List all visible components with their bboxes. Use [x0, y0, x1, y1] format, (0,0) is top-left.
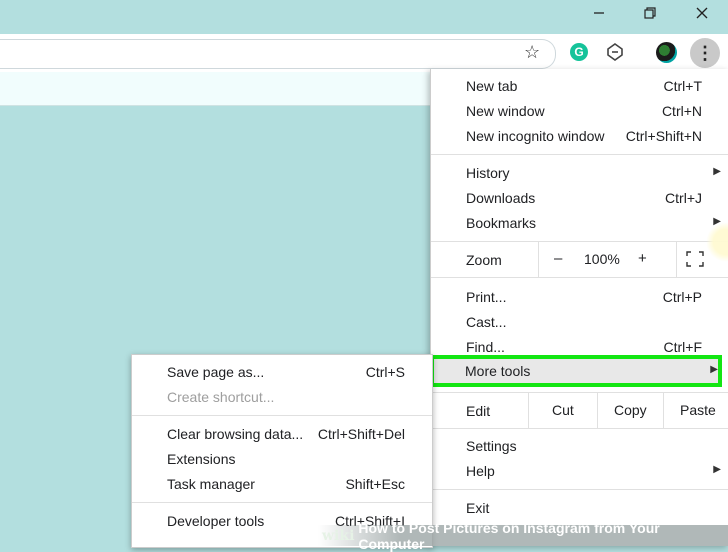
menu-item-more-tools[interactable]: More tools ▶	[430, 355, 722, 387]
cut-button[interactable]: Cut	[528, 392, 598, 428]
menu-item-exit[interactable]: Exit	[431, 496, 728, 521]
star-icon[interactable]: ☆	[524, 42, 540, 63]
watermark-caption: wiki How to Post Pictures on Instagram f…	[318, 520, 728, 552]
chrome-menu: New tab Ctrl+T New window Ctrl+N New inc…	[430, 69, 728, 546]
menu-item-new-window[interactable]: New window Ctrl+N	[431, 99, 728, 124]
menu-item-settings[interactable]: Settings	[431, 434, 728, 459]
submenu-item-extensions[interactable]: Extensions	[132, 447, 432, 472]
chevron-right-icon: ▶	[710, 364, 718, 375]
divider	[132, 502, 432, 503]
divider	[431, 428, 728, 429]
menu-item-new-tab[interactable]: New tab Ctrl+T	[431, 74, 728, 99]
close-icon[interactable]	[682, 2, 722, 24]
divider	[431, 277, 728, 278]
link-icon[interactable]	[606, 43, 624, 61]
zoom-row: Zoom – 100% +	[431, 241, 728, 277]
kebab-icon[interactable]: ⋮	[690, 38, 720, 68]
copy-button[interactable]: Copy	[597, 392, 664, 428]
divider	[431, 489, 728, 490]
zoom-out-button[interactable]: –	[554, 250, 562, 267]
menu-item-cast[interactable]: Cast...	[431, 310, 728, 335]
menu-item-history[interactable]: History ▶	[431, 161, 728, 186]
menu-item-downloads[interactable]: Downloads Ctrl+J	[431, 186, 728, 211]
zoom-level: 100%	[584, 251, 620, 267]
paste-button[interactable]: Paste	[663, 392, 728, 428]
chevron-right-icon: ▶	[713, 464, 721, 475]
address-bar[interactable]	[0, 39, 556, 69]
submenu-item-create-shortcut: Create shortcut...	[167, 389, 275, 405]
grammarly-icon[interactable]: G	[570, 43, 588, 61]
menu-item-new-incognito[interactable]: New incognito window Ctrl+Shift+N	[431, 124, 728, 149]
zoom-in-button[interactable]: +	[638, 250, 647, 267]
divider	[431, 154, 728, 155]
submenu-item-save-page[interactable]: Save page as... Ctrl+S	[132, 360, 432, 385]
chevron-right-icon: ▶	[713, 166, 721, 177]
bookmarks-bar	[0, 72, 430, 106]
caption-text: How to Post Pictures on Instagram from Y…	[358, 519, 660, 552]
restore-icon[interactable]	[630, 2, 670, 24]
title-bar	[0, 0, 728, 34]
submenu-item-clear-data[interactable]: Clear browsing data... Ctrl+Shift+Del	[132, 422, 432, 447]
minimize-icon[interactable]	[579, 2, 619, 24]
fullscreen-icon[interactable]	[686, 251, 704, 267]
menu-item-bookmarks[interactable]: Bookmarks ▶	[431, 211, 728, 236]
submenu-item-task-manager[interactable]: Task manager Shift+Esc	[132, 472, 432, 497]
divider	[132, 415, 432, 416]
wikihow-logo: wiki	[322, 527, 355, 544]
avatar[interactable]	[656, 42, 677, 63]
edit-row: Edit Cut Copy Paste	[431, 392, 728, 428]
menu-item-print[interactable]: Print... Ctrl+P	[431, 285, 728, 310]
menu-item-help[interactable]: Help ▶	[431, 459, 728, 484]
